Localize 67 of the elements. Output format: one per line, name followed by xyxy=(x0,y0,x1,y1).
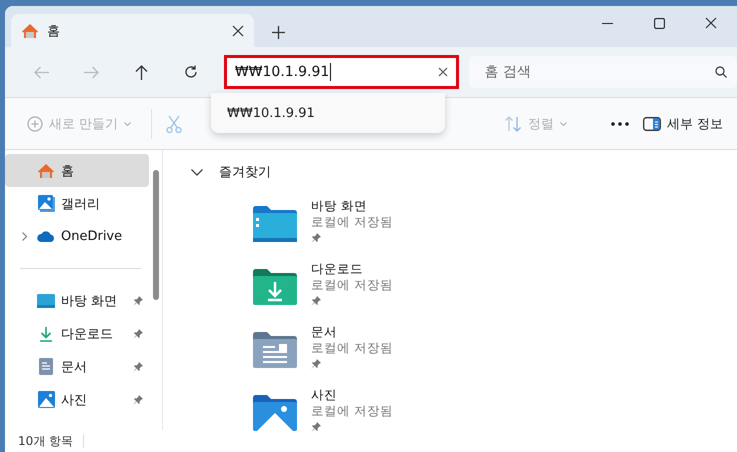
pin-icon xyxy=(311,233,321,243)
close-icon xyxy=(232,24,244,36)
pin-icon xyxy=(133,296,143,306)
close-tab-button[interactable] xyxy=(232,24,244,36)
scissors-icon xyxy=(166,114,182,132)
item-count: 10개 항목 xyxy=(18,432,74,450)
folder-location: 로컬에 저장됨 xyxy=(311,403,393,419)
sidebar-item[interactable]: 홈 xyxy=(5,154,149,187)
chevron-icon xyxy=(191,168,203,176)
pin-icon xyxy=(311,422,321,432)
back-arrow-icon xyxy=(34,66,50,78)
scrollbar-thumb[interactable] xyxy=(152,170,158,300)
minimize-icon xyxy=(602,22,612,24)
cloud-icon xyxy=(37,231,55,242)
sidebar-item[interactable]: 바탕 화면 xyxy=(5,284,149,317)
sidebar-item[interactable]: 다운로드 xyxy=(5,317,149,350)
folder-name[interactable]: 다운로드 xyxy=(311,261,393,277)
document-icon xyxy=(39,358,53,375)
document-folder-icon xyxy=(253,332,297,368)
clear-icon xyxy=(438,67,448,77)
plus-icon xyxy=(272,26,285,39)
clear-button[interactable] xyxy=(438,67,448,77)
caret-icon xyxy=(124,122,132,126)
pin-icon xyxy=(133,328,143,338)
pin-icon xyxy=(133,362,143,372)
up-arrow-icon xyxy=(134,64,148,80)
search-field[interactable]: 홈 검색 xyxy=(468,56,737,88)
home-icon xyxy=(21,22,39,38)
folder-location: 로컬에 저장됨 xyxy=(311,277,393,293)
pin-icon xyxy=(311,359,321,369)
gallery-icon xyxy=(38,195,54,212)
desktop-folder-icon xyxy=(253,206,297,242)
home-icon xyxy=(37,162,55,178)
download-icon xyxy=(38,326,54,342)
address-field[interactable]: ₩₩10.1.9.91 xyxy=(224,55,459,89)
sidebar-item[interactable]: 사진 xyxy=(5,383,149,416)
caret-icon xyxy=(560,122,568,126)
new-tab-button[interactable] xyxy=(272,26,285,39)
sort-icon xyxy=(504,116,522,132)
suggestion-item[interactable]: ₩₩10.1.9.91 xyxy=(211,93,445,133)
tab[interactable]: 홈 xyxy=(11,14,254,47)
more-button[interactable] xyxy=(611,122,630,126)
picture-icon xyxy=(38,391,54,408)
forward-arrow-icon xyxy=(84,66,100,78)
desktop-icon xyxy=(37,294,55,308)
folder-location: 로컬에 저장됨 xyxy=(311,340,393,356)
section-header[interactable]: 즐겨찾기 xyxy=(191,160,271,184)
sidebar-item[interactable]: 문서 xyxy=(5,350,149,383)
sidebar-item[interactable]: 갤러리 xyxy=(5,187,149,220)
close-icon xyxy=(705,17,717,29)
details-pane-icon xyxy=(642,116,661,130)
pin-icon xyxy=(311,296,321,306)
search-icon xyxy=(715,66,728,78)
folder-location: 로컬에 저장됨 xyxy=(311,214,393,230)
folder-name[interactable]: 바탕 화면 xyxy=(311,198,393,214)
plus-circle-icon xyxy=(27,116,43,132)
download-folder-icon xyxy=(253,269,297,305)
refresh-icon xyxy=(184,65,198,79)
pin-icon xyxy=(133,394,143,404)
details-button[interactable]: 세부 정보 xyxy=(638,108,727,138)
folder-name[interactable]: 문서 xyxy=(311,324,393,340)
cut-button[interactable] xyxy=(166,114,182,132)
more-icon xyxy=(611,122,630,126)
picture-folder-icon xyxy=(253,395,297,431)
sidebar-item[interactable]: OneDrive xyxy=(5,220,149,253)
maximize-icon xyxy=(654,18,664,28)
folder-name[interactable]: 사진 xyxy=(311,387,393,403)
